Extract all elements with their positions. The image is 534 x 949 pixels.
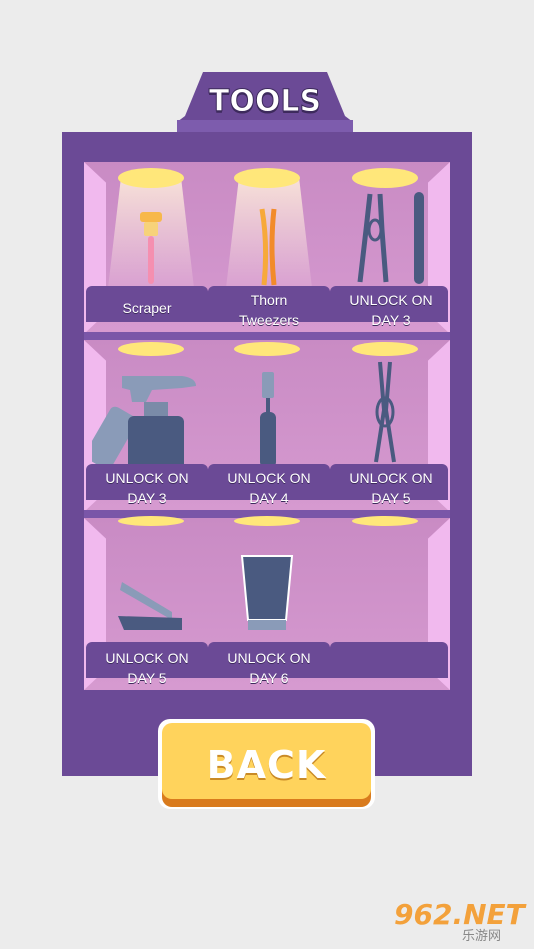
- tools-header: TOOLS: [177, 70, 353, 132]
- tool-label: UNLOCK ON DAY 5: [349, 470, 433, 506]
- scissors-icon[interactable]: [368, 360, 404, 466]
- shelf-lamp: [118, 168, 184, 188]
- shelf-lamp: [352, 168, 418, 188]
- watermark-sub: 乐游网: [462, 928, 502, 943]
- back-button[interactable]: BACK: [158, 719, 375, 809]
- scraper-icon[interactable]: [134, 208, 168, 288]
- watermark-brand: 962.NET: [394, 898, 525, 931]
- back-button-label: BACK: [206, 743, 327, 787]
- shelf-lamp: [118, 516, 184, 526]
- cup-icon[interactable]: [240, 554, 294, 634]
- shelf-lamp: [352, 516, 418, 526]
- tool-label: Thorn Tweezers: [239, 292, 299, 328]
- tool-label: UNLOCK ON DAY 3: [105, 470, 189, 506]
- shelf-lamp: [234, 342, 300, 356]
- shelf-lamp: [118, 342, 184, 356]
- tool-label: UNLOCK ON DAY 4: [227, 470, 311, 506]
- shelf-lamp: [234, 168, 300, 188]
- shelf-lamp: [234, 516, 300, 526]
- nail-clipper-icon[interactable]: [112, 574, 188, 636]
- shelf-lamp: [352, 342, 418, 356]
- tool-label: Scraper: [122, 300, 172, 316]
- comedone-tool-icon[interactable]: [254, 370, 282, 470]
- tool-label: UNLOCK ON DAY 6: [227, 650, 311, 686]
- page-title: TOOLS: [208, 84, 322, 120]
- spray-bottle-icon[interactable]: [92, 368, 204, 472]
- tool-label: UNLOCK ON DAY 5: [105, 650, 189, 686]
- shears-icon[interactable]: [356, 190, 432, 286]
- tweezers-icon[interactable]: [254, 205, 284, 290]
- tool-label: UNLOCK ON DAY 3: [349, 292, 433, 328]
- shelf-divider: [84, 332, 450, 340]
- watermark-logo: 962.NET 乐游网: [392, 898, 530, 944]
